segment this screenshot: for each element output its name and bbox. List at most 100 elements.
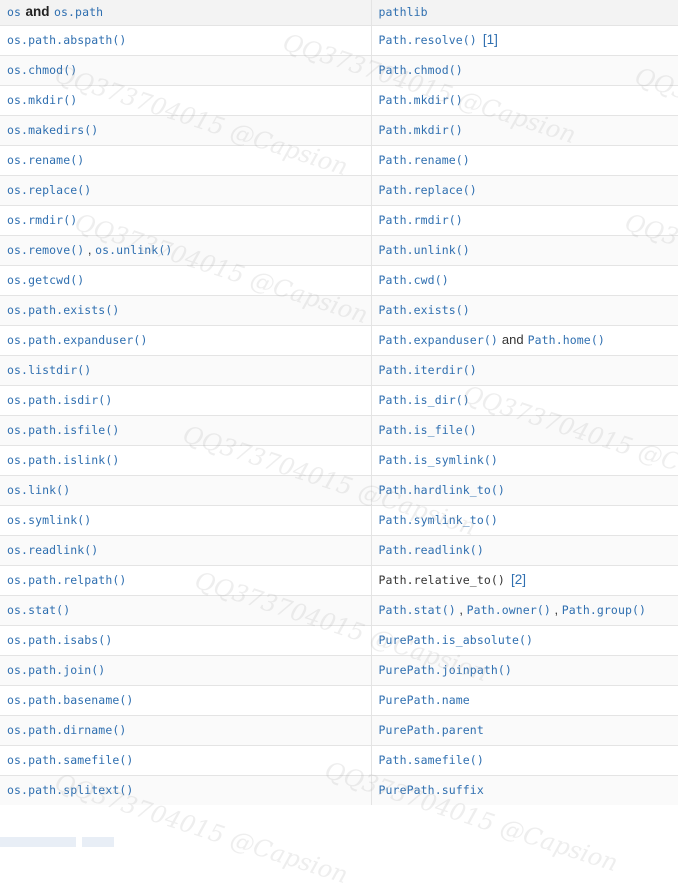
table-row: os.remove() , os.unlink() Path.unlink() [0, 234, 678, 265]
pathlib-function-cell: Path.replace() [371, 174, 678, 205]
table-row: os.path.islink() Path.is_symlink() [0, 444, 678, 475]
header-pathlib-column: pathlib [371, 0, 678, 25]
table-row: os.path.dirname() PurePath.parent [0, 714, 678, 745]
pathlib-function-link[interactable]: Path.samefile() [379, 753, 484, 767]
pathlib-function-cell: PurePath.suffix [371, 774, 678, 805]
os-function-cell: os.remove() , os.unlink() [0, 234, 372, 265]
pathlib-function-link[interactable]: Path.home() [528, 333, 605, 347]
os-function-link[interactable]: os.rmdir() [7, 213, 77, 227]
os-function-link[interactable]: os.path.dirname() [7, 723, 126, 737]
pathlib-function-link[interactable]: Path.hardlink_to() [379, 483, 505, 497]
os-function-link[interactable]: os.remove() [7, 243, 84, 257]
os-function-link[interactable]: os.link() [7, 483, 70, 497]
os-function-link[interactable]: os.path.join() [7, 663, 105, 677]
pathlib-function-cell: Path.iterdir() [371, 354, 678, 385]
os-function-link[interactable]: os.listdir() [7, 363, 91, 377]
os-function-link[interactable]: os.path.splitext() [7, 783, 133, 797]
pathlib-function-link[interactable]: PurePath.parent [379, 723, 484, 737]
pathlib-function-link[interactable]: Path.group() [562, 603, 646, 617]
pathlib-function-cell: Path.rename() [371, 144, 678, 175]
pathlib-function-link[interactable]: Path.resolve() [379, 33, 477, 47]
os-function-link[interactable]: os.path.islink() [7, 453, 119, 467]
os-function-link[interactable]: os.unlink() [95, 243, 172, 257]
table-row: os.stat() Path.stat() , Path.owner() , Pa… [0, 594, 678, 625]
pathlib-function-link[interactable]: Path.mkdir() [379, 123, 463, 137]
pathlib-function-cell: Path.mkdir() [371, 84, 678, 115]
os-function-link[interactable]: os.path.exists() [7, 303, 119, 317]
pathlib-function-link[interactable]: Path.chmod() [379, 63, 463, 77]
pathlib-function-cell: Path.relative_to() [2] [371, 564, 678, 595]
os-function-link[interactable]: os.mkdir() [7, 93, 77, 107]
table-row: os.path.basename() PurePath.name [0, 684, 678, 715]
table-row: os.chmod() Path.chmod() [0, 54, 678, 85]
table-row: os.listdir() Path.iterdir() [0, 354, 678, 385]
pathlib-function-cell: Path.stat() , Path.owner() , Path.group(… [371, 594, 678, 625]
os-function-cell: os.makedirs() [0, 114, 372, 145]
pathlib-function-link[interactable]: Path.iterdir() [379, 363, 477, 377]
pathlib-function-link[interactable]: Path.exists() [379, 303, 470, 317]
pathlib-function-link[interactable]: Path.rename() [379, 153, 470, 167]
header-and-word: and [25, 4, 50, 20]
pathlib-function-link[interactable]: PurePath.is_absolute() [379, 633, 534, 647]
table-row: os.path.join() PurePath.joinpath() [0, 654, 678, 685]
table-row: os.replace() Path.replace() [0, 174, 678, 205]
pathlib-function-link[interactable]: Path.expanduser() [379, 333, 498, 347]
os-function-link[interactable]: os.path.basename() [7, 693, 133, 707]
os-function-cell: os.path.isabs() [0, 624, 372, 655]
os-function-cell: os.mkdir() [0, 84, 372, 115]
pathlib-function-link[interactable]: Path.symlink_to() [379, 513, 498, 527]
footnote-reference-link[interactable]: [2] [511, 572, 526, 587]
os-function-cell: os.rename() [0, 144, 372, 175]
os-function-link[interactable]: os.path.isabs() [7, 633, 112, 647]
bottom-scroll-tab[interactable] [82, 837, 114, 847]
os-function-cell: os.path.splitext() [0, 774, 372, 805]
pathlib-function-cell: Path.hardlink_to() [371, 474, 678, 505]
header-code-pathlib[interactable]: pathlib [379, 5, 428, 19]
pathlib-function-link[interactable]: Path.is_dir() [379, 393, 470, 407]
bottom-scroll-tab[interactable] [0, 837, 76, 847]
os-function-link[interactable]: os.getcwd() [7, 273, 84, 287]
os-function-link[interactable]: os.path.abspath() [7, 33, 126, 47]
os-function-cell: os.getcwd() [0, 264, 372, 295]
os-function-link[interactable]: os.replace() [7, 183, 91, 197]
pathlib-function-cell: Path.readlink() [371, 534, 678, 565]
table-header-row: os and os.path pathlib [0, 0, 678, 25]
os-function-link[interactable]: os.path.samefile() [7, 753, 133, 767]
os-function-link[interactable]: os.path.isfile() [7, 423, 119, 437]
pathlib-function-link[interactable]: Path.stat() [379, 603, 456, 617]
pathlib-function-link[interactable]: Path.rmdir() [379, 213, 463, 227]
footnote-reference-link[interactable]: [1] [483, 32, 498, 47]
pathlib-function-link[interactable]: PurePath.suffix [379, 783, 484, 797]
pathlib-function-link[interactable]: Path.owner() [467, 603, 551, 617]
pathlib-function-link[interactable]: Path.replace() [379, 183, 477, 197]
os-function-link[interactable]: os.chmod() [7, 63, 77, 77]
os-function-link[interactable]: os.readlink() [7, 543, 98, 557]
table-row: os.path.abspath() Path.resolve() [1] [0, 24, 678, 55]
os-function-cell: os.path.expanduser() [0, 324, 372, 355]
header-code-os[interactable]: os [7, 5, 21, 19]
pathlib-function-cell: PurePath.parent [371, 714, 678, 745]
os-pathlib-comparison-table: os and os.path pathlib os.path.abspath()… [0, 0, 678, 805]
pathlib-function-cell: PurePath.name [371, 684, 678, 715]
pathlib-function-link[interactable]: Path.cwd() [379, 273, 449, 287]
os-function-link[interactable]: os.path.expanduser() [7, 333, 147, 347]
os-function-link[interactable]: os.stat() [7, 603, 70, 617]
os-function-cell: os.path.dirname() [0, 714, 372, 745]
os-function-link[interactable]: os.path.relpath() [7, 573, 126, 587]
pathlib-function-cell: Path.rmdir() [371, 204, 678, 235]
pathlib-function-link[interactable]: PurePath.name [379, 693, 470, 707]
pathlib-function-link[interactable]: PurePath.joinpath() [379, 663, 512, 677]
pathlib-function-link[interactable]: Path.mkdir() [379, 93, 463, 107]
pathlib-function-link[interactable]: Path.relative_to() [379, 573, 505, 587]
os-function-link[interactable]: os.rename() [7, 153, 84, 167]
os-function-link[interactable]: os.makedirs() [7, 123, 98, 137]
header-code-os-path[interactable]: os.path [54, 5, 103, 19]
os-function-link[interactable]: os.symlink() [7, 513, 91, 527]
pathlib-function-link[interactable]: Path.is_file() [379, 423, 477, 437]
pathlib-function-link[interactable]: Path.is_symlink() [379, 453, 498, 467]
table-row: os.rmdir() Path.rmdir() [0, 204, 678, 235]
pathlib-function-link[interactable]: Path.unlink() [379, 243, 470, 257]
pathlib-function-cell: Path.chmod() [371, 54, 678, 85]
os-function-link[interactable]: os.path.isdir() [7, 393, 112, 407]
pathlib-function-link[interactable]: Path.readlink() [379, 543, 484, 557]
